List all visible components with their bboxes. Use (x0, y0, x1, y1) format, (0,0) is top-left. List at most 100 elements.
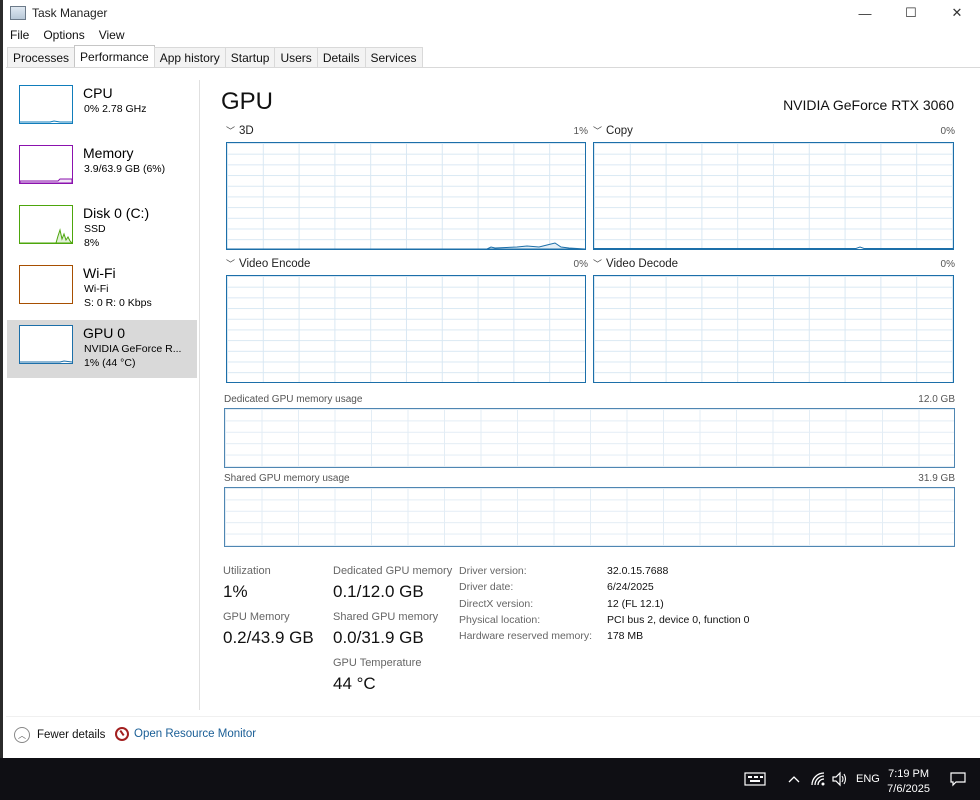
open-resource-monitor-link[interactable]: Open Resource Monitor (115, 727, 256, 741)
chevron-down-icon: ﹀ (593, 126, 603, 136)
sidebar-divider (199, 80, 200, 710)
sidebar-item-label: Wi-Fi (83, 265, 116, 281)
sidebar-item-memory[interactable]: Memory 3.9/63.9 GB (6%) (7, 140, 197, 198)
engine-graph-video-encode (226, 275, 586, 383)
resource-monitor-label: Open Resource Monitor (134, 728, 257, 740)
engine-graph-video-decode (593, 275, 954, 383)
task-manager-window: Task Manager — ☐ ✕ File Options View Pro… (0, 0, 980, 758)
sidebar-item-label: CPU (83, 85, 113, 101)
engine-selector-3d[interactable]: ﹀ 3D (226, 124, 254, 137)
driver-date-label: Driver date: (459, 581, 514, 593)
tab-processes[interactable]: Processes (7, 47, 76, 68)
footer-divider (6, 716, 980, 717)
sidebar-item-detail: 0% 2.78 GHz (84, 103, 147, 115)
task-manager-icon (10, 6, 26, 20)
tab-app-history[interactable]: App history (153, 47, 226, 68)
dedicated-memory-graph (224, 408, 955, 468)
notification-icon[interactable] (950, 758, 966, 800)
cpu-thumbnail-graph (19, 85, 73, 124)
directx-version-value: 12 (FL 12.1) (607, 598, 664, 610)
engine-selector-video-decode[interactable]: ﹀ Video Decode (593, 257, 678, 270)
sidebar-item-label: GPU 0 (83, 325, 126, 341)
fewer-details-button[interactable]: ︿ Fewer details (14, 727, 105, 743)
tab-services[interactable]: Services (364, 47, 423, 68)
menu-view[interactable]: View (92, 28, 132, 46)
driver-version-label: Driver version: (459, 565, 527, 577)
sidebar-item-value: S: 0 R: 0 Kbps (84, 297, 152, 309)
tab-divider (6, 67, 980, 68)
close-button[interactable]: ✕ (934, 0, 980, 26)
fewer-details-label: Fewer details (37, 729, 106, 741)
minimize-button[interactable]: — (842, 0, 888, 26)
shared-memory-stat-value: 0.0/31.9 GB (333, 628, 424, 647)
tab-startup[interactable]: Startup (224, 47, 276, 68)
hardware-reserved-memory-value: 178 MB (607, 630, 644, 642)
dedicated-memory-stat-label: Dedicated GPU memory (333, 565, 453, 577)
clock-time: 7:19 PM (888, 768, 930, 780)
engine-label: 3D (239, 124, 254, 137)
memory-thumbnail-graph (19, 145, 73, 184)
engine-percent: 0% (940, 126, 955, 137)
wifi-icon[interactable] (810, 758, 826, 800)
gpu-memory-label: GPU Memory (223, 611, 290, 623)
taskbar-clock[interactable]: 7:19 PM 7/6/2025 (887, 767, 930, 797)
sidebar-item-detail: SSD (84, 223, 106, 235)
utilization-value: 1% (223, 582, 248, 601)
dedicated-memory-label: Dedicated GPU memory usage (224, 394, 363, 405)
language-indicator[interactable]: ENG (856, 758, 880, 800)
sidebar-item-wifi[interactable]: Wi-Fi Wi-Fi S: 0 R: 0 Kbps (7, 260, 197, 318)
directx-version-label: DirectX version: (459, 598, 534, 610)
sidebar-item-detail: 3.9/63.9 GB (6%) (84, 163, 166, 175)
chevron-down-icon: ﹀ (226, 126, 236, 136)
wifi-thumbnail-graph (19, 265, 73, 304)
driver-date-value: 6/24/2025 (607, 581, 654, 593)
tab-strip: Processes Performance App history Startu… (7, 45, 423, 68)
driver-version-value: 32.0.15.7688 (607, 565, 669, 577)
page-title: GPU (221, 88, 274, 115)
gpu-temperature-value: 44 °C (333, 674, 376, 693)
chevron-down-icon: ﹀ (593, 259, 603, 269)
chevron-up-icon: ︿ (14, 727, 30, 743)
shared-memory-stat-label: Shared GPU memory (333, 611, 439, 623)
engine-label: Video Decode (606, 257, 679, 270)
physical-location-label: Physical location: (459, 614, 541, 626)
dedicated-memory-stat-value: 0.1/12.0 GB (333, 582, 424, 601)
menu-options[interactable]: Options (36, 28, 91, 46)
tab-details[interactable]: Details (316, 47, 366, 68)
gpu-temperature-label: GPU Temperature (333, 657, 422, 669)
gpu-device-name: NVIDIA GeForce RTX 3060 (783, 97, 954, 113)
hardware-reserved-memory-label: Hardware reserved memory: (459, 630, 593, 642)
chevron-up-icon[interactable] (788, 758, 800, 800)
tab-performance[interactable]: Performance (74, 45, 155, 68)
sidebar-item-disk[interactable]: Disk 0 (C:) SSD 8% (7, 200, 197, 258)
taskbar: ENG 7:19 PM 7/6/2025 (0, 758, 980, 800)
disk-thumbnail-graph (19, 205, 73, 244)
sidebar-item-value: 8% (84, 237, 100, 249)
window-title: Task Manager (32, 6, 108, 20)
engine-percent: 0% (940, 259, 955, 270)
sidebar-item-cpu[interactable]: CPU 0% 2.78 GHz (7, 80, 197, 138)
engine-selector-video-encode[interactable]: ﹀ Video Encode (226, 257, 310, 270)
sidebar-item-label: Memory (83, 145, 134, 161)
sidebar-item-detail: Wi-Fi (84, 283, 109, 295)
tab-users[interactable]: Users (274, 47, 318, 68)
shared-memory-label: Shared GPU memory usage (224, 473, 350, 484)
maximize-button[interactable]: ☐ (888, 0, 934, 26)
engine-selector-copy[interactable]: ﹀ Copy (593, 124, 633, 137)
shared-memory-graph (224, 487, 955, 547)
dedicated-memory-max: 12.0 GB (918, 394, 955, 405)
engine-percent: 1% (573, 126, 588, 137)
engine-graph-3d (226, 142, 586, 250)
shared-memory-max: 31.9 GB (918, 473, 955, 484)
engine-percent: 0% (573, 259, 588, 270)
engine-label: Video Encode (239, 257, 311, 270)
clock-date: 7/6/2025 (887, 783, 930, 795)
engine-label: Copy (606, 124, 633, 137)
sidebar-item-gpu[interactable]: GPU 0 NVIDIA GeForce R... 1% (44 °C) (7, 320, 197, 378)
physical-location-value: PCI bus 2, device 0, function 0 (607, 614, 750, 626)
engine-graph-copy (593, 142, 954, 250)
input-indicator-icon[interactable] (744, 758, 766, 800)
menu-file[interactable]: File (3, 28, 36, 46)
title-bar[interactable]: Task Manager — ☐ ✕ (3, 0, 980, 26)
volume-icon[interactable] (831, 758, 847, 800)
